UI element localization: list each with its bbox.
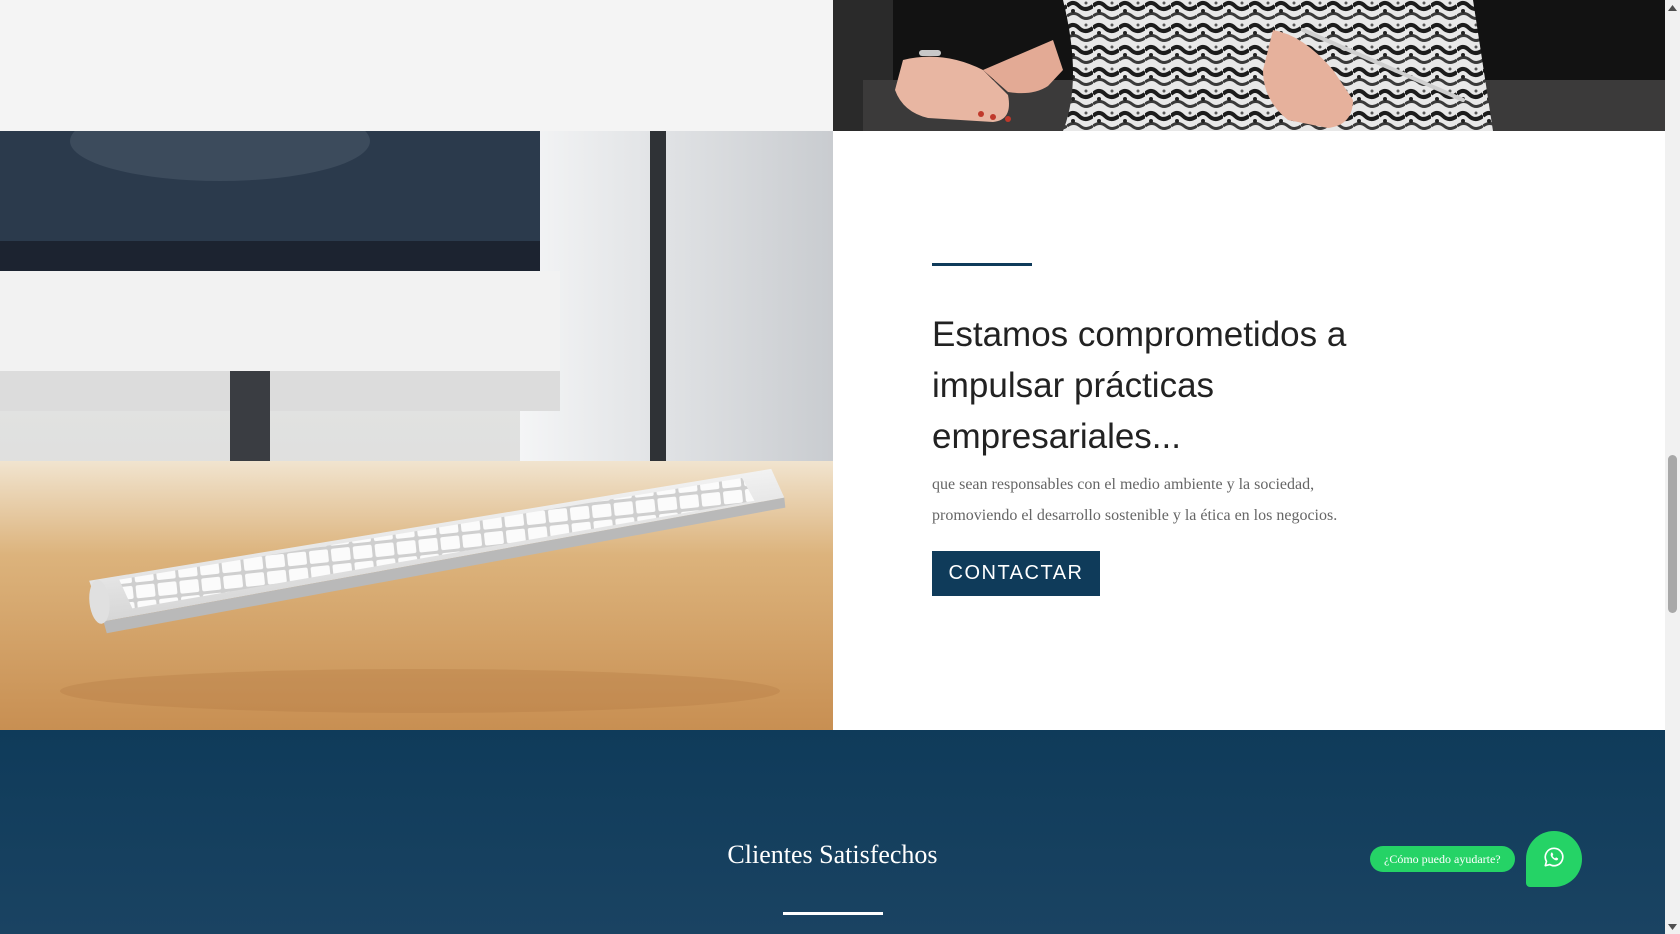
page: Estamos comprometidos a impulsar práctic…: [0, 0, 1680, 934]
accent-divider: [932, 263, 1032, 266]
scrollbar-thumb[interactable]: [1668, 455, 1677, 613]
feature-headline: Estamos comprometidos a impulsar práctic…: [932, 315, 1347, 456]
scroll-down-arrow-icon[interactable]: [1665, 919, 1680, 934]
clients-title-underline: [783, 912, 883, 915]
keyboard-on-desk-photo: [0, 131, 833, 730]
clients-section: Clientes Satisfechos: [0, 730, 1665, 934]
feature-description: que sean responsables con el medio ambie…: [932, 469, 1392, 531]
feature-description-line: que sean responsables con el medio ambie…: [932, 476, 1315, 493]
whatsapp-chat-button[interactable]: [1526, 831, 1582, 887]
contact-button[interactable]: CONTACTAR: [932, 551, 1100, 596]
page-content: Estamos comprometidos a impulsar práctic…: [0, 0, 1665, 934]
feature-text-panel: Estamos comprometidos a impulsar práctic…: [833, 131, 1665, 730]
blank-panel: [0, 0, 833, 131]
feature-description-line: promoviendo el desarrollo sostenible y l…: [932, 507, 1338, 524]
whatsapp-prompt-bubble[interactable]: ¿Cómo puedo ayudarte?: [1370, 846, 1515, 872]
vertical-scrollbar[interactable]: [1665, 0, 1680, 934]
scroll-up-arrow-icon[interactable]: [1665, 0, 1680, 15]
whatsapp-icon: [1543, 846, 1565, 873]
woman-signing-document-photo: [833, 0, 1665, 131]
